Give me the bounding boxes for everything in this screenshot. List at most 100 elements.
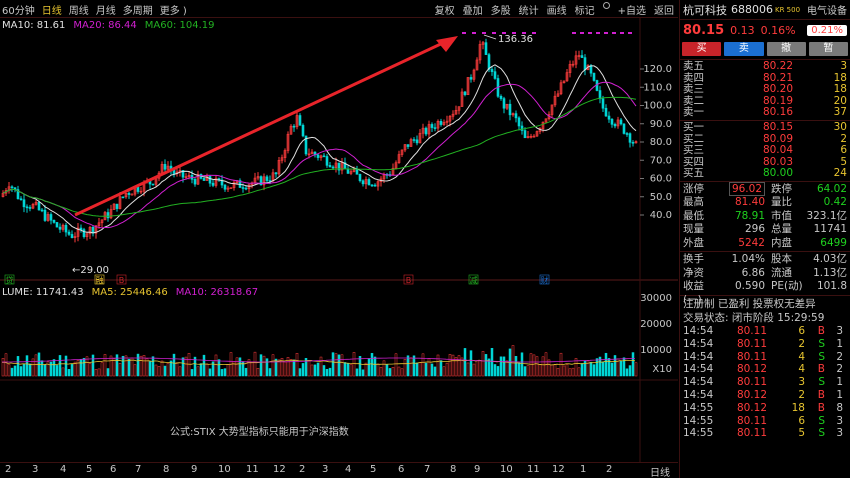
asks-row[interactable]: 卖一 80.16 37 [683,107,847,119]
candle-body [601,98,605,109]
volume-bar [100,362,104,377]
cancel-button[interactable]: 撤 [766,42,806,56]
event-marker[interactable]: B [119,276,125,285]
settings-dot-icon[interactable] [602,2,610,9]
quote-stats: 涨停 96.02 跌停 64.02 最高 81.40 量比 0.42 最低 78.91 市值 323.… [680,181,850,251]
tick-row: 14:54 80.12 4 B 2 [683,363,847,376]
volume-bar [355,368,359,377]
tool-0[interactable]: 复权 [435,2,455,17]
tick-qty: 18 [791,401,805,414]
event-marker[interactable]: 减 [470,275,478,285]
volume-bar [190,369,194,377]
tool-7[interactable]: 返回 [654,2,674,17]
x-tick: 12 [552,464,565,475]
volume-bar [511,345,515,377]
level-volume: 30 [833,120,847,133]
bids-row[interactable]: 买一 80.15 30 [683,120,847,134]
volume-bar [550,364,554,377]
period-tab-5[interactable]: 更多 ) [160,2,187,17]
candle-body [115,203,119,209]
period-tab-4[interactable]: 多周期 [123,2,153,17]
tick-qty: 6 [798,414,805,427]
volume-bar [94,369,98,377]
volume-bar [310,364,314,377]
tool-2[interactable]: 多股 [491,2,511,17]
level-volume: 6 [840,144,847,157]
tool-3[interactable]: 统计 [519,2,539,17]
volume-bar [427,358,431,377]
period-tab-3[interactable]: 月线 [96,2,116,17]
industry-label[interactable]: 电气设备 [807,2,847,17]
level-price: 80.15 [762,120,793,133]
candle-body [328,165,332,168]
volume-bar [202,354,206,377]
event-marker[interactable]: 财 [541,275,549,285]
event-marker[interactable]: 融 [96,275,104,285]
volume-bar [253,351,257,377]
candle-body [244,187,248,190]
tick-count: 3 [836,324,843,337]
candle-body [58,226,62,230]
x-tick: 12 [273,464,286,475]
volume-bar [121,355,125,377]
board-badge: KR 500 [775,5,801,14]
volume-bar [484,354,488,377]
price-row: 80.15 0.13 0.16% 0.21% [680,20,850,40]
volume-bar [400,368,404,377]
volume-bar [367,358,371,377]
level-price: 80.16 [762,106,793,119]
candlestick-svg[interactable]: 120.0 110.0 100.0 90.0 80.0 70.0 60.0 50.0 40.0 3… [0,18,678,462]
tick-list[interactable]: 14:54 80.11 6 B 3 14:54 80.11 2 S 1 14:54 80.11 4 S 2 1… [680,325,850,440]
bids-row[interactable]: 买五 80.00 24 [683,168,847,180]
candle-body [193,178,197,185]
level-price: 80.04 [762,144,793,157]
tick-row: 14:54 80.11 2 S 1 [683,338,847,351]
sell-button[interactable]: 卖 [724,42,764,56]
tick-time: 14:55 [683,427,714,440]
kline-chart-area[interactable]: 60分钟 日线 周线 月线 多周期 更多 ) 复权 叠加 多股 统计 画线 标记 +自选 返回 MA10… [0,0,678,478]
x-axis-period[interactable]: 日线 [650,464,670,478]
tool-1[interactable]: 叠加 [463,2,483,17]
tick-time: 14:54 [683,363,714,376]
chart-tools: 复权 叠加 多股 统计 画线 标记 +自选 返回 [435,2,674,17]
x-tick: 2 [606,464,613,475]
tool-5[interactable]: 标记 [575,2,595,17]
tick-row: 14:55 80.11 6 S 3 [683,415,847,428]
volume-bar [127,358,131,377]
stat-row: 收益(一) 0.590 PE(动) 101.8 [683,280,847,306]
volume-bar [358,356,362,377]
event-marker[interactable]: 贷 [6,275,14,285]
asks-row[interactable]: 卖五 80.22 3 [683,60,847,73]
volume-bar [463,348,467,377]
tick-count: 1 [836,388,843,401]
stat-key: 现量 [683,223,704,236]
volume-bar [91,354,95,377]
x-tick: 8 [163,464,170,475]
buy-button[interactable]: 买 [682,42,722,56]
candle-body [367,179,371,186]
period-tab-0[interactable]: 60分钟 [2,2,35,17]
candle-body [523,130,527,139]
stat-value: 64.02 [816,182,847,195]
volume-tick: X10 [652,364,672,375]
pause-button[interactable]: 暂 [808,42,848,56]
period-tab-2[interactable]: 周线 [69,2,89,17]
candle-body [628,133,632,143]
bids-row[interactable]: 买三 80.04 6 [683,145,847,157]
candle-body [514,113,518,119]
candle-body [28,207,32,209]
price-change-pct: 0.16% [760,23,796,37]
tool-4[interactable]: 画线 [547,2,567,17]
volume-bar [1,358,5,377]
volume-bar [409,357,413,377]
volume-bar [589,361,593,377]
chart-toolbar: 60分钟 日线 周线 月线 多周期 更多 ) 复权 叠加 多股 统计 画线 标记 +自选 返回 [0,0,678,18]
volume-bar [208,368,212,377]
period-tab-1[interactable]: 日线 [42,2,62,17]
price-tick: 120.0 [643,64,672,75]
tool-6[interactable]: +自选 [618,2,646,17]
ma20-line [2,81,637,229]
stat-row: 现量 296 总量 11741 [683,223,847,237]
candle-body [358,174,362,182]
event-marker[interactable]: B [406,276,412,285]
